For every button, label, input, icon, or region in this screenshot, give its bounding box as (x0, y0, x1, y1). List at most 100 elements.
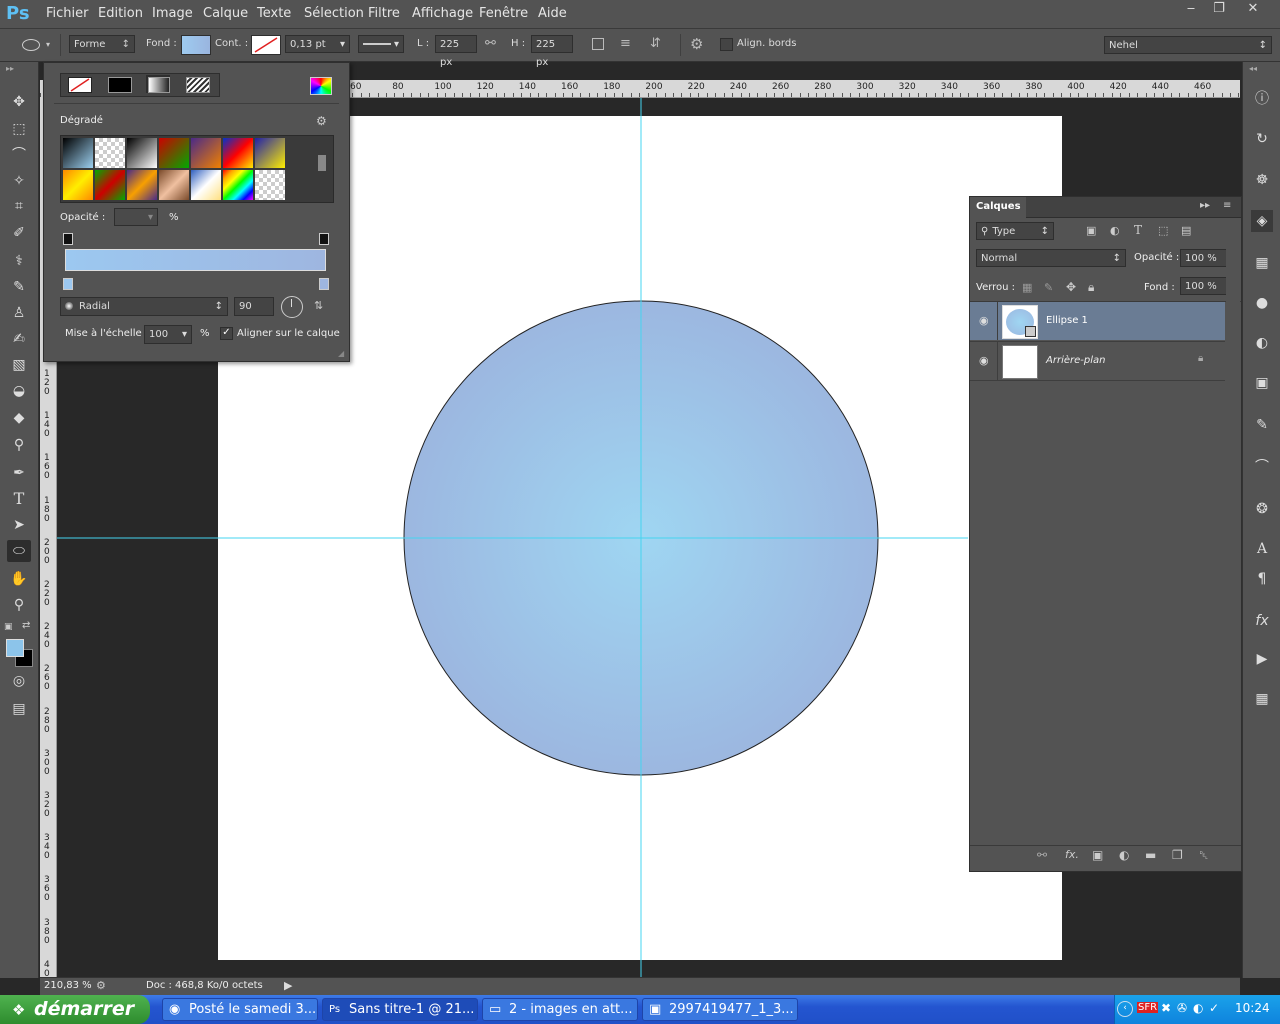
gradient-preset-swatch[interactable] (95, 138, 125, 168)
new-group-icon[interactable]: ▬ (1145, 848, 1156, 862)
layer-style-icon[interactable]: fx. (1065, 848, 1079, 861)
layers-panel-title: Calques (976, 201, 1021, 212)
trash-icon[interactable]: ␡ (1199, 848, 1209, 863)
actions-play-icon[interactable]: ▶ (1251, 648, 1273, 670)
task-folder[interactable]: ▭ 2 - images en att... (482, 998, 638, 1021)
color-stop-right[interactable] (319, 278, 329, 290)
gradient-preset-swatch[interactable] (191, 138, 221, 168)
lock-transparent-icon[interactable]: ▦ (1022, 281, 1032, 294)
status-menu-arrow-icon[interactable]: ▶ (284, 979, 292, 992)
angle-input[interactable]: 90 (234, 297, 274, 316)
collapse-icon[interactable]: ▸▸ (1200, 200, 1210, 211)
blend-mode-select[interactable]: Normal ↕ (976, 249, 1126, 267)
status-info-icon[interactable]: ⚙ (96, 979, 106, 992)
brushes-icon[interactable]: ✎ (1251, 414, 1273, 436)
gradient-fill-button[interactable] (148, 77, 170, 93)
visibility-eye-icon[interactable]: ◉ (979, 354, 989, 367)
shape-layer-badge-icon (1025, 326, 1036, 337)
layer-filter-select[interactable]: ⚲ Type ↕ (976, 222, 1054, 240)
show-hidden-icons[interactable]: ‹ (1117, 1001, 1133, 1017)
gradient-preset-swatch[interactable] (63, 138, 93, 168)
gradient-preset-swatch[interactable] (95, 170, 125, 200)
gradient-preset-swatch[interactable] (191, 170, 221, 200)
filter-smart-object-icon[interactable]: ▤ (1181, 224, 1191, 237)
pattern-fill-button[interactable] (186, 77, 210, 93)
adjustment-layer-icon[interactable]: ◐ (1119, 848, 1129, 862)
task-photoshop[interactable]: Ps Sans titre-1 @ 21... (322, 998, 478, 1021)
task-firefox[interactable]: ◉ Posté le samedi 3... (162, 998, 318, 1021)
opacity-stop-right[interactable] (319, 233, 329, 245)
opacity-stop-left[interactable] (63, 233, 73, 245)
layers-panel-icon[interactable]: ◈ (1251, 210, 1273, 232)
zoom-level[interactable]: 210,83 % (44, 980, 92, 991)
channels-icon[interactable]: ▦ (1251, 252, 1273, 274)
solid-fill-button[interactable] (108, 77, 132, 93)
presets-scrollbar[interactable] (316, 137, 328, 197)
info-icon[interactable]: ⓘ (1251, 88, 1273, 110)
paragraph-icon[interactable]: ¶ (1251, 568, 1273, 590)
volume-icon[interactable]: ◐ (1193, 1001, 1203, 1015)
task-image-viewer[interactable]: ▣ 2997419477_1_3... (642, 998, 798, 1021)
align-with-layer-checkbox[interactable]: ✓ (220, 327, 233, 340)
angle-dial[interactable] (281, 296, 303, 318)
network-icon[interactable]: ✖ (1161, 1001, 1171, 1015)
lock-pixels-icon[interactable]: ✎ (1044, 281, 1053, 294)
layer-row-ellipse[interactable]: ◉ Ellipse 1 (970, 302, 1225, 340)
adjustments-icon[interactable]: ◐ (1251, 332, 1273, 354)
swatches-icon[interactable]: ● (1251, 292, 1273, 314)
filter-type-icon[interactable]: T (1134, 223, 1142, 237)
scale-input[interactable]: 100 ▾ (144, 325, 192, 344)
gradient-preset-swatch[interactable] (159, 170, 189, 200)
layer-thumbnail-background (1002, 345, 1038, 379)
resize-grip-icon[interactable]: ◢ (338, 349, 344, 358)
layer-name-ellipse[interactable]: Ellipse 1 (1046, 315, 1088, 326)
glyphs-icon[interactable]: fx (1251, 610, 1273, 632)
opacity-input: ▾ (114, 208, 158, 226)
color-picker-icon[interactable] (310, 77, 332, 95)
gradient-preset-swatch[interactable] (255, 138, 285, 168)
gradient-preset-swatch[interactable] (127, 170, 157, 200)
clock[interactable]: 10:24 (1235, 1001, 1270, 1015)
gradient-style-select[interactable]: Radial ↕ (60, 297, 228, 316)
filter-pixel-icon[interactable]: ▣ (1086, 224, 1096, 237)
layers-scrollbar[interactable] (1226, 219, 1240, 839)
gradient-ramp[interactable] (65, 249, 326, 271)
filter-adjustment-icon[interactable]: ◐ (1110, 224, 1120, 237)
gradient-preset-swatch[interactable] (223, 138, 253, 168)
gear-icon[interactable]: ⚙ (316, 114, 327, 128)
color-stop-left[interactable] (63, 278, 73, 290)
filter-shape-icon[interactable]: ⬚ (1158, 224, 1168, 237)
tray-app-icon[interactable]: ✇ (1177, 1001, 1187, 1015)
start-button[interactable]: ❖ démarrer (0, 995, 150, 1024)
reverse-gradient-icon[interactable]: ⇅ (314, 299, 323, 312)
sfr-icon[interactable]: SFR (1137, 1002, 1159, 1013)
panel-menu-icon[interactable]: ≡ (1223, 200, 1231, 211)
visibility-eye-icon[interactable]: ◉ (979, 314, 989, 327)
gradient-preset-swatch[interactable] (255, 170, 285, 200)
gradient-preset-swatch[interactable] (223, 170, 253, 200)
lock-all-icon[interactable]: 🔒︎ (1088, 280, 1094, 295)
navigator-icon[interactable]: ☸ (1251, 169, 1273, 191)
layer-name-background[interactable]: Arrière-plan (1046, 355, 1105, 366)
link-layers-icon[interactable]: ⚯ (1037, 848, 1047, 862)
paths-icon[interactable]: ⌒ (1251, 456, 1273, 478)
no-fill-button[interactable] (68, 77, 92, 93)
collapse-icon[interactable]: ◂◂ (1249, 64, 1257, 73)
layer-row-background[interactable]: ◉ Arrière-plan 🔒︎ (970, 341, 1225, 381)
opacity-unit: % (169, 212, 179, 223)
gradient-preset-swatch[interactable] (159, 138, 189, 168)
add-mask-icon[interactable]: ▣ (1092, 848, 1103, 862)
history-icon[interactable]: ↻ (1251, 128, 1273, 150)
tool-presets-icon[interactable]: ▦ (1251, 688, 1273, 710)
lock-position-icon[interactable]: ✥ (1066, 280, 1076, 294)
scroll-thumb[interactable] (318, 155, 326, 171)
layer-opacity-value: 100 % (1185, 253, 1217, 264)
new-layer-icon[interactable]: ❐ (1172, 848, 1183, 862)
security-icon[interactable]: ✓ (1209, 1001, 1219, 1015)
color-icon[interactable]: ❂ (1251, 498, 1273, 520)
styles-icon[interactable]: ▣ (1251, 372, 1273, 394)
task-label: Sans titre-1 @ 21... (349, 1002, 475, 1017)
gradient-preset-swatch[interactable] (63, 170, 93, 200)
gradient-preset-swatch[interactable] (127, 138, 157, 168)
character-icon[interactable]: A (1251, 538, 1273, 560)
